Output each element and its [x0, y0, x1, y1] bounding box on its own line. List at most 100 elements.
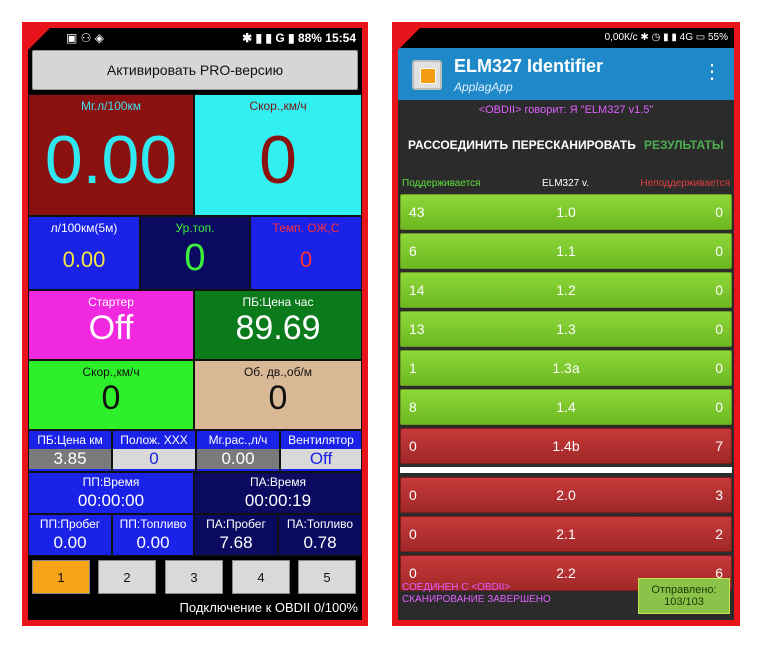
device-response: <OBDII> говорит: Я "ELM327 v1.5"	[478, 104, 654, 116]
status-right-info: ✱ ▮ ▮ G ▮ 88% 15:54	[242, 31, 356, 45]
gauge-starter[interactable]: Стартер Off	[28, 290, 194, 360]
header-supported: Поддерживается	[402, 178, 481, 189]
scan-complete-text: СКАНИРОВАНИЕ ЗАВЕРШЕНО	[402, 594, 551, 605]
gauge-value: 00:00:00	[77, 491, 145, 510]
status-bar: ▣ ⚇ ◈ ✱ ▮ ▮ G ▮ 88% 15:54	[28, 28, 362, 48]
gauge-label: ПБ:Цена км	[37, 433, 103, 447]
version-row[interactable]: 6 1.1 0	[400, 233, 732, 269]
version-row[interactable]: 0 2.1 2	[400, 516, 732, 552]
version-row[interactable]: 1 1.3a 0	[400, 350, 732, 386]
gauge-value: 0	[184, 237, 206, 279]
version-row[interactable]: 8 1.4 0	[400, 389, 732, 425]
gauge-consumption-5m[interactable]: л/100км(5м) 0.00	[28, 216, 140, 290]
gauge-value: 89.69	[235, 309, 321, 347]
gauge-value: 00:00:19	[244, 491, 312, 510]
gauge-rpm[interactable]: Об. дв.,об/м 0	[194, 360, 362, 430]
version-row[interactable]: 14 1.2 0	[400, 272, 732, 308]
gauge-label: Скор.,км/ч	[249, 99, 307, 113]
results-button[interactable]: РЕЗУЛЬТАТЫ	[644, 138, 724, 152]
gauge-label: Темп. ОЖ,С	[272, 221, 340, 235]
gauge-label: ПА:Пробег	[206, 517, 266, 531]
connection-status: СОЕДИНЕН С <OBDII> СКАНИРОВАНИЕ ЗАВЕРШЕН…	[402, 582, 551, 606]
unsupported-count: 0	[715, 243, 723, 259]
gauge-speed[interactable]: Скор.,км/ч 0	[194, 94, 362, 216]
gauge-label: ПП:Пробег	[39, 517, 101, 531]
gauge-trip-distance[interactable]: ПП:Пробег 0.00	[28, 514, 112, 556]
version-label: 1.4	[556, 399, 576, 415]
app-subtitle: ApplagApp	[454, 80, 513, 94]
gauge-coolant-temp[interactable]: Темп. ОЖ,С 0	[250, 216, 362, 290]
gauge-fuel-cost-hour[interactable]: ПБ:Цена час 89.69	[194, 290, 362, 360]
version-label: 2.1	[556, 526, 576, 542]
gauge-label: Мг.л/100км	[80, 99, 142, 113]
version-label: 1.4b	[552, 438, 580, 454]
version-label: 1.3	[556, 321, 576, 337]
gauge-label: Скор.,км/ч	[82, 365, 140, 379]
activate-pro-button[interactable]: Активировать PRO-версию	[32, 50, 358, 90]
rescan-button[interactable]: ПЕРЕСКАНИРОВАТЬ	[512, 138, 636, 152]
gauge-label: ПП:Топливо	[119, 517, 187, 531]
status-left-icons: ▣ ⚇ ◈	[66, 31, 104, 45]
tab-2[interactable]: 2	[98, 560, 156, 594]
gauge-auto-trip-distance[interactable]: ПА:Пробег 7.68	[194, 514, 278, 556]
version-row[interactable]: 13 1.3 0	[400, 311, 732, 347]
sent-value: 103/103	[664, 596, 704, 608]
gauge-label: ПА:Топливо	[286, 517, 354, 531]
version-label: 1.1	[556, 243, 576, 259]
gauge-value: 0	[259, 122, 297, 198]
gauge-value: 0.00	[44, 122, 178, 198]
unsupported-count: 7	[715, 438, 723, 454]
tab-1[interactable]: 1	[32, 560, 90, 594]
status-bar: 0,00К/с ✱ ◷ ▮ ▮ 4G ▭ 55%	[398, 28, 734, 48]
gauge-label: Мг.рас.,л/ч	[208, 433, 268, 447]
gauge-instant-consumption[interactable]: Мг.рас.,л/ч 0.00	[196, 430, 280, 472]
version-row[interactable]: 0 1.4b 7	[400, 428, 732, 464]
gauge-label: Об. дв.,об/м	[243, 365, 313, 379]
version-row[interactable]: 0 2.0 3	[400, 477, 732, 513]
gauge-value: 0	[299, 247, 313, 272]
gauge-speed-2[interactable]: Скор.,км/ч 0	[28, 360, 194, 430]
unsupported-count: 2	[715, 526, 723, 542]
status-right-info: 0,00К/с ✱ ◷ ▮ ▮ 4G ▭ 55%	[604, 32, 728, 43]
gauge-trip-fuel[interactable]: ПП:Топливо 0.00	[112, 514, 194, 556]
gauge-auto-trip-fuel[interactable]: ПА:Топливо 0.78	[278, 514, 362, 556]
tab-3[interactable]: 3	[165, 560, 223, 594]
gauge-auto-trip-time[interactable]: ПА:Время 00:00:19	[194, 472, 362, 514]
gauge-label: ПБ:Цена час	[242, 295, 314, 309]
action-bar: РАССОЕДИНИТЬ ПЕРЕСКАНИРОВАТЬ РЕЗУЛЬТАТЫ	[398, 138, 734, 158]
gauge-fuel-cost-km[interactable]: ПБ:Цена км 3.85	[28, 430, 112, 472]
gauge-value: 0.00	[62, 247, 106, 272]
header-unsupported: Неподдерживается	[640, 178, 730, 189]
app-title: ELM327 Identifier	[454, 56, 604, 76]
gauge-idle-position[interactable]: Полож. ХХХ 0	[112, 430, 196, 472]
red-corner-marker	[392, 22, 426, 56]
gauge-avg-consumption[interactable]: Мг.л/100км 0.00	[28, 94, 194, 216]
sent-label: Отправлено:	[651, 584, 717, 596]
version-label: 1.0	[556, 204, 576, 220]
gauge-trip-time[interactable]: ПП:Время 00:00:00	[28, 472, 194, 514]
gauge-label: Полож. ХХХ	[120, 433, 188, 447]
gauge-label: ПА:Время	[249, 475, 307, 489]
version-label: 2.0	[556, 487, 576, 503]
overflow-menu-icon[interactable]: ⋮	[702, 62, 722, 82]
page-tabs: 1 2 3 4 5	[28, 556, 362, 596]
connection-status: Подключение к OBDII 0/100%	[28, 600, 362, 620]
gauge-fan[interactable]: Вентилятор Off	[280, 430, 362, 472]
tab-5[interactable]: 5	[298, 560, 356, 594]
gauge-value: 0.00	[197, 449, 279, 469]
version-label: 1.2	[556, 282, 576, 298]
app-logo-icon	[412, 60, 442, 90]
gauge-value: 0	[113, 449, 195, 469]
gauge-value: 3.85	[29, 449, 111, 469]
tab-4[interactable]: 4	[232, 560, 290, 594]
version-row[interactable]: 43 1.0 0	[400, 194, 732, 230]
version-label: 1.3a	[552, 360, 580, 376]
gauge-fuel-level[interactable]: Ур.топ. 0	[140, 216, 250, 290]
elm327-identifier-screen: 0,00К/с ✱ ◷ ▮ ▮ 4G ▭ 55% ELM327 Identifi…	[398, 28, 734, 620]
gauge-value: 0.00	[53, 533, 87, 552]
disconnect-button[interactable]: РАССОЕДИНИТЬ	[408, 138, 508, 152]
gauge-label: Ур.топ.	[175, 221, 215, 235]
gauge-value: 0	[101, 379, 121, 417]
obd-dashboard-screen: ▣ ⚇ ◈ ✱ ▮ ▮ G ▮ 88% 15:54 Активировать P…	[28, 28, 362, 620]
unsupported-count: 0	[715, 321, 723, 337]
